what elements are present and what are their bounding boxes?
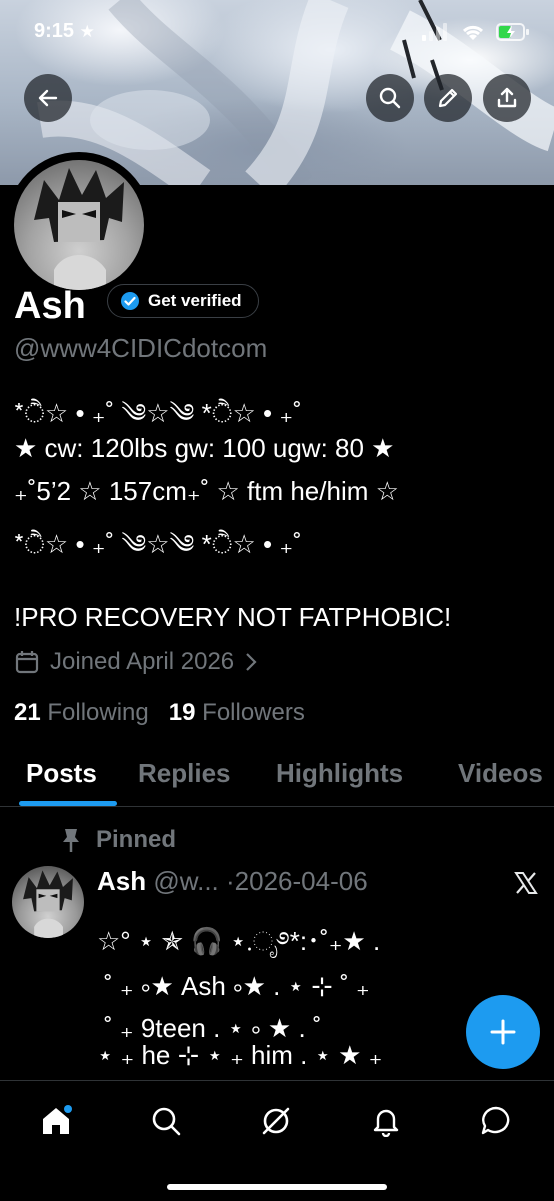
home-indicator [167, 1184, 387, 1190]
bio-line: ₊˚5’2 ☆ 157cm₊˚ ☆ ftm he/him ☆ [14, 476, 399, 506]
status-icons [420, 22, 530, 42]
grok-icon [262, 1107, 290, 1135]
messages-icon [481, 1106, 510, 1135]
back-button[interactable] [24, 74, 72, 122]
post-separator: · [226, 866, 235, 896]
bio-line: *ੈ☆ • ₊˚ ༄☆༄ *ੈ☆ • ₊˚ [14, 529, 302, 559]
avatar-image [14, 160, 144, 290]
post-author-avatar[interactable] [12, 866, 84, 938]
edit-button[interactable] [424, 74, 472, 122]
profile-avatar[interactable] [6, 152, 152, 298]
bio-line: ★ cw: 120lbs gw: 100 ugw: 80 ★ [14, 433, 395, 463]
notifications-bell-icon [373, 1109, 399, 1137]
post-header: Ash @w... ·2026-04-06 [97, 866, 368, 897]
search-icon [152, 1107, 181, 1136]
cellular-signal-icon [422, 23, 447, 41]
followers-link[interactable]: 19 Followers [169, 699, 305, 726]
post-author-handle: @w... [153, 866, 219, 896]
tab-replies[interactable]: Replies [138, 758, 231, 789]
edit-pencil-icon [438, 88, 458, 108]
search-button[interactable] [366, 74, 414, 122]
tab-posts[interactable]: Posts [26, 758, 97, 789]
pin-icon [63, 829, 79, 852]
bio-line: !PRO RECOVERY NOT FATPHOBIC! [14, 602, 452, 632]
profile-handle: @www4CIDICdotcom [14, 333, 268, 363]
status-time: 9:15 ★ [34, 20, 95, 42]
profile-tabs: Posts Replies Highlights Videos [0, 752, 554, 807]
pinned-label: Pinned [96, 826, 177, 853]
joined-label: Joined April 2026 [50, 648, 235, 675]
calendar-icon [15, 651, 39, 674]
back-arrow-icon [38, 89, 58, 107]
compose-post-button[interactable] [466, 995, 540, 1069]
following-label: Following [47, 699, 149, 726]
follow-counts: 21 Following 19 Followers [14, 699, 305, 727]
following-count: 21 [14, 699, 41, 726]
pinned-indicator: Pinned [60, 826, 176, 854]
nav-grok[interactable] [256, 1101, 296, 1141]
following-link[interactable]: 21 Following [14, 699, 149, 726]
get-verified-label: Get verified [148, 291, 242, 310]
post-author-name[interactable]: Ash [97, 866, 146, 896]
plus-icon [490, 1019, 516, 1045]
active-tab-indicator [19, 801, 117, 806]
tab-videos[interactable]: Videos [458, 758, 543, 789]
share-icon [497, 87, 517, 108]
post-date: 2026-04-06 [234, 866, 368, 896]
wifi-icon [462, 25, 484, 40]
nav-home[interactable] [36, 1101, 76, 1141]
profile-name: Ash [14, 285, 86, 327]
nav-notifications[interactable] [366, 1101, 406, 1141]
home-icon [43, 1105, 72, 1134]
nav-search[interactable] [146, 1101, 186, 1141]
tab-highlights[interactable]: Highlights [276, 758, 403, 789]
search-icon [379, 87, 401, 109]
get-verified-button[interactable]: Get verified [107, 284, 259, 318]
verified-badge-icon [121, 292, 139, 310]
followers-label: Followers [202, 699, 305, 726]
chevron-right-icon [246, 653, 257, 671]
post-text-line: ⋆ ₊ he ⊹ ⋆ ₊ him . ⋆ ★ ₊ [97, 1040, 383, 1070]
battery-charging-icon [496, 23, 529, 41]
joined-date[interactable]: Joined April 2026 [14, 648, 258, 676]
followers-count: 19 [168, 699, 196, 726]
share-button[interactable] [483, 74, 531, 122]
x-logo-icon[interactable] [513, 870, 539, 896]
nav-messages[interactable] [476, 1101, 516, 1141]
bottom-navigation [0, 1080, 554, 1201]
status-bar: 9:15 ★ [0, 0, 554, 66]
